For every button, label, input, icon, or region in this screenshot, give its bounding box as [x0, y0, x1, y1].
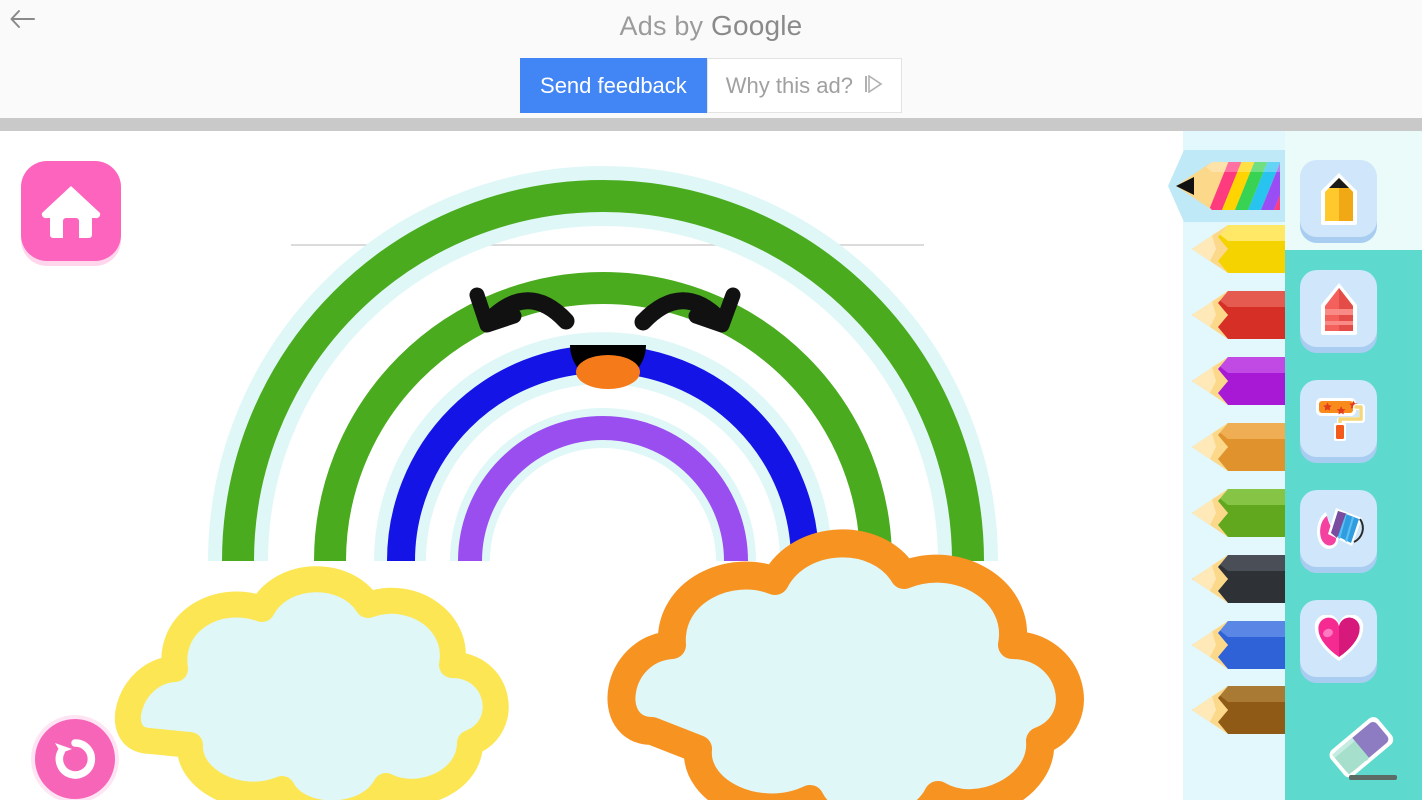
why-this-ad-label: Why this ad?	[725, 73, 853, 98]
send-feedback-button[interactable]: Send feedback	[520, 58, 707, 113]
home-icon	[41, 186, 101, 238]
roller-tool-icon	[1315, 397, 1365, 441]
pencil-orange[interactable]	[1188, 419, 1296, 475]
ad-choices-icon	[863, 58, 883, 113]
cloud-left[interactable]	[115, 566, 509, 800]
tool-paint-bucket[interactable]	[1300, 490, 1377, 567]
pencil-blue[interactable]	[1188, 617, 1296, 673]
tongue	[576, 355, 640, 389]
pencil-brown[interactable]	[1188, 682, 1296, 738]
why-this-ad-button[interactable]: Why this ad?	[706, 58, 902, 113]
ad-action-buttons: Send feedback Why this ad?	[0, 58, 1422, 113]
google-brand-text: Google	[710, 10, 803, 41]
tool-crayon[interactable]	[1300, 270, 1377, 347]
pencil-black[interactable]	[1188, 551, 1296, 607]
pencil-purple[interactable]	[1188, 353, 1296, 409]
paint-bucket-icon	[1316, 507, 1364, 549]
heart-icon	[1314, 614, 1363, 661]
undo-button[interactable]	[35, 719, 115, 799]
tool-sticker[interactable]	[1300, 600, 1377, 677]
home-button[interactable]	[21, 161, 121, 261]
undo-icon	[55, 739, 96, 779]
ads-by-text: Ads by	[619, 11, 711, 41]
crayon-tool-icon	[1320, 282, 1357, 335]
ads-by-google-label: Ads by Google	[0, 10, 1422, 42]
ad-header: Ads by Google Send feedback Why this ad?	[0, 0, 1422, 118]
pencil-rainbow[interactable]	[1172, 158, 1280, 214]
eraser-icon	[1329, 717, 1397, 780]
pencil-red[interactable]	[1188, 287, 1296, 343]
cloud-right-shape[interactable]	[607, 529, 1084, 800]
pencil-green[interactable]	[1188, 485, 1296, 541]
header-separator-bar	[0, 118, 1422, 131]
pencil-tool-icon	[1320, 172, 1357, 225]
cloud-left-shape[interactable]	[115, 566, 509, 800]
pencil-yellow[interactable]	[1188, 221, 1296, 277]
cloud-right[interactable]	[607, 529, 1084, 800]
tool-eraser[interactable]	[1316, 712, 1408, 788]
tool-pencil[interactable]	[1300, 160, 1377, 237]
rainbow-band-fill-3	[450, 408, 756, 562]
tool-roller[interactable]	[1300, 380, 1377, 457]
